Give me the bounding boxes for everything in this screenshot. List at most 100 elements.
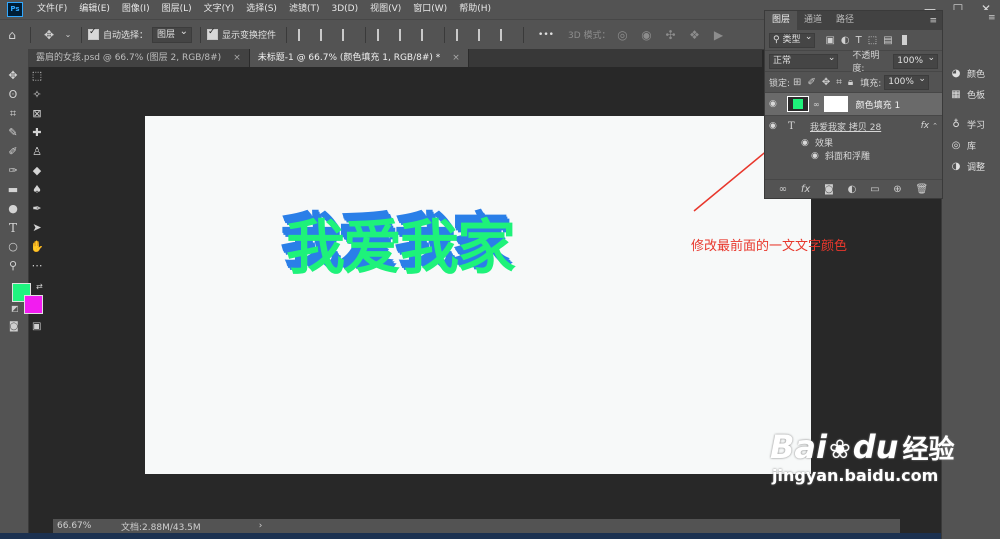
dock-menu-icon[interactable]: ≡: [988, 13, 996, 23]
eyedropper-icon[interactable]: ✎: [7, 126, 19, 139]
tab-channels[interactable]: 通道: [797, 11, 829, 30]
shape-tool-icon[interactable]: ○: [7, 240, 19, 253]
dodge-tool-icon[interactable]: ●: [7, 202, 19, 215]
auto-select-dropdown[interactable]: 图层: [152, 25, 193, 43]
dock-learn[interactable]: ♁ 学习: [950, 118, 985, 131]
more-tools-icon[interactable]: ⋯: [31, 259, 43, 272]
show-transform-checkbox[interactable]: [207, 27, 219, 40]
tab-layers[interactable]: 图层: [765, 11, 798, 30]
align-bottom-icon[interactable]: [421, 28, 433, 41]
history-brush-icon[interactable]: ✑: [7, 164, 19, 177]
distribute-icon[interactable]: [456, 28, 468, 41]
dock-libraries[interactable]: ◎ 库: [950, 139, 976, 152]
opacity-input[interactable]: 100%: [893, 52, 938, 69]
swap-colors-icon[interactable]: ⇄: [36, 282, 43, 291]
healing-brush-icon[interactable]: ✚: [31, 126, 43, 139]
type-filter-icon[interactable]: T: [856, 35, 862, 46]
new-group-icon[interactable]: ▭: [870, 184, 879, 195]
lock-pixels-icon[interactable]: ✐: [807, 77, 815, 88]
path-select-icon[interactable]: ➤: [31, 221, 43, 234]
menu-layer[interactable]: 图层(L): [156, 0, 198, 19]
visibility-eye-icon[interactable]: ◉: [769, 121, 783, 131]
fill-input[interactable]: 100%: [884, 73, 929, 90]
lock-position-icon[interactable]: ✥: [822, 77, 830, 88]
crop-tool-icon[interactable]: ⌗: [7, 107, 19, 120]
menu-type[interactable]: 文字(Y): [198, 0, 241, 19]
fx-badge[interactable]: fx: [921, 121, 930, 131]
lock-transparent-icon[interactable]: ⊞: [793, 77, 801, 88]
trash-icon[interactable]: 🗑︎: [915, 184, 928, 195]
add-mask-icon[interactable]: ◙: [824, 184, 834, 195]
lasso-tool-icon[interactable]: ʘ: [7, 88, 19, 101]
pen-tool-icon[interactable]: ✒: [31, 202, 43, 215]
eraser-tool-icon[interactable]: ◆: [31, 164, 43, 177]
distribute-icon[interactable]: [478, 28, 490, 41]
link-layers-icon[interactable]: ∞: [779, 184, 787, 195]
type-tool-icon[interactable]: T: [7, 221, 19, 235]
menu-3d[interactable]: 3D(D): [325, 0, 364, 19]
zoom-level[interactable]: 66.67%: [57, 521, 97, 531]
pan-3d-icon[interactable]: ✣: [662, 26, 680, 44]
menu-image[interactable]: 图像(I): [116, 0, 156, 19]
screen-mode-icon[interactable]: ▣: [32, 321, 41, 332]
lock-all-icon[interactable]: 🔒︎: [848, 77, 853, 88]
chain-link-icon[interactable]: ∞: [813, 100, 820, 109]
menu-file[interactable]: 文件(F): [31, 0, 73, 19]
align-center-icon[interactable]: [320, 28, 332, 41]
panel-menu-icon[interactable]: ≡: [929, 16, 937, 26]
stamp-tool-icon[interactable]: ♙: [31, 145, 43, 158]
home-icon[interactable]: ⌂: [3, 26, 21, 44]
adjust-filter-icon[interactable]: ◐: [841, 35, 850, 46]
menu-view[interactable]: 视图(V): [364, 0, 407, 19]
fx-icon[interactable]: fx: [801, 184, 810, 195]
blur-tool-icon[interactable]: ♠: [31, 183, 43, 196]
align-middle-icon[interactable]: [399, 28, 411, 41]
filter-toggle[interactable]: [901, 35, 907, 45]
gradient-tool-icon[interactable]: ▬: [7, 183, 19, 196]
new-layer-icon[interactable]: ⊕: [893, 184, 901, 195]
pixel-filter-icon[interactable]: ▣: [825, 35, 834, 46]
menu-edit[interactable]: 编辑(E): [73, 0, 116, 19]
adjustment-layer-icon[interactable]: ◐: [848, 184, 857, 195]
align-left-icon[interactable]: [298, 28, 310, 41]
dock-swatches[interactable]: ▦ 色板: [950, 88, 985, 101]
lock-artboard-icon[interactable]: ⌗: [836, 77, 842, 88]
status-menu-arrow[interactable]: ›: [259, 521, 263, 531]
visibility-eye-icon[interactable]: ◉: [801, 138, 815, 148]
dock-color[interactable]: ◕ 颜色: [950, 67, 985, 80]
layer-row-color-fill[interactable]: ◉ ∞ 颜色填充 1: [765, 93, 942, 116]
smart-filter-icon[interactable]: ▤: [883, 35, 892, 46]
marquee-tool-icon[interactable]: ⬚: [31, 69, 43, 82]
frame-tool-icon[interactable]: ⊠: [31, 107, 43, 120]
dock-adjustments[interactable]: ◑ 调整: [950, 160, 985, 173]
slide-3d-icon[interactable]: ❖: [686, 26, 704, 44]
tab-document-2[interactable]: 未标题-1 @ 66.7% (颜色填充 1, RGB/8#) * ×: [249, 49, 469, 67]
roll-3d-icon[interactable]: ◉: [638, 26, 656, 44]
chevron-up-icon[interactable]: ⌃: [932, 122, 938, 130]
default-colors-icon[interactable]: ◩: [11, 304, 19, 313]
shape-filter-icon[interactable]: ⬚: [868, 35, 877, 46]
brush-tool-icon[interactable]: ✐: [7, 145, 19, 158]
background-color-swatch[interactable]: [24, 295, 43, 314]
layer-row-text[interactable]: ◉ T 我爱我家 拷贝 28 fx ⌃: [765, 116, 942, 136]
chevron-down-icon[interactable]: ⌄: [64, 26, 72, 44]
menu-select[interactable]: 选择(S): [240, 0, 283, 19]
menu-filter[interactable]: 滤镜(T): [283, 0, 326, 19]
align-top-icon[interactable]: [377, 28, 389, 41]
scale-3d-icon[interactable]: ▶: [710, 26, 728, 44]
quick-mask-icon[interactable]: ◙: [9, 321, 19, 332]
menu-window[interactable]: 窗口(W): [407, 0, 453, 19]
align-right-icon[interactable]: [342, 28, 354, 41]
magic-wand-icon[interactable]: ✧: [31, 88, 43, 101]
auto-select-checkbox[interactable]: [88, 27, 99, 40]
blend-mode-select[interactable]: 正常: [769, 52, 839, 69]
close-icon[interactable]: ×: [452, 49, 460, 67]
visibility-eye-icon[interactable]: ◉: [769, 99, 783, 109]
close-icon[interactable]: ×: [233, 49, 241, 67]
menu-help[interactable]: 帮助(H): [453, 0, 497, 19]
hand-tool-icon[interactable]: ✋: [30, 240, 44, 253]
filter-kind-select[interactable]: ⚲ 类型: [769, 31, 816, 48]
zoom-tool-icon[interactable]: ⚲: [7, 259, 19, 272]
tab-document-1[interactable]: 露肩的女孩.psd @ 66.7% (图层 2, RGB/8#) ×: [28, 49, 250, 67]
move-tool-icon[interactable]: ✥: [7, 69, 19, 82]
